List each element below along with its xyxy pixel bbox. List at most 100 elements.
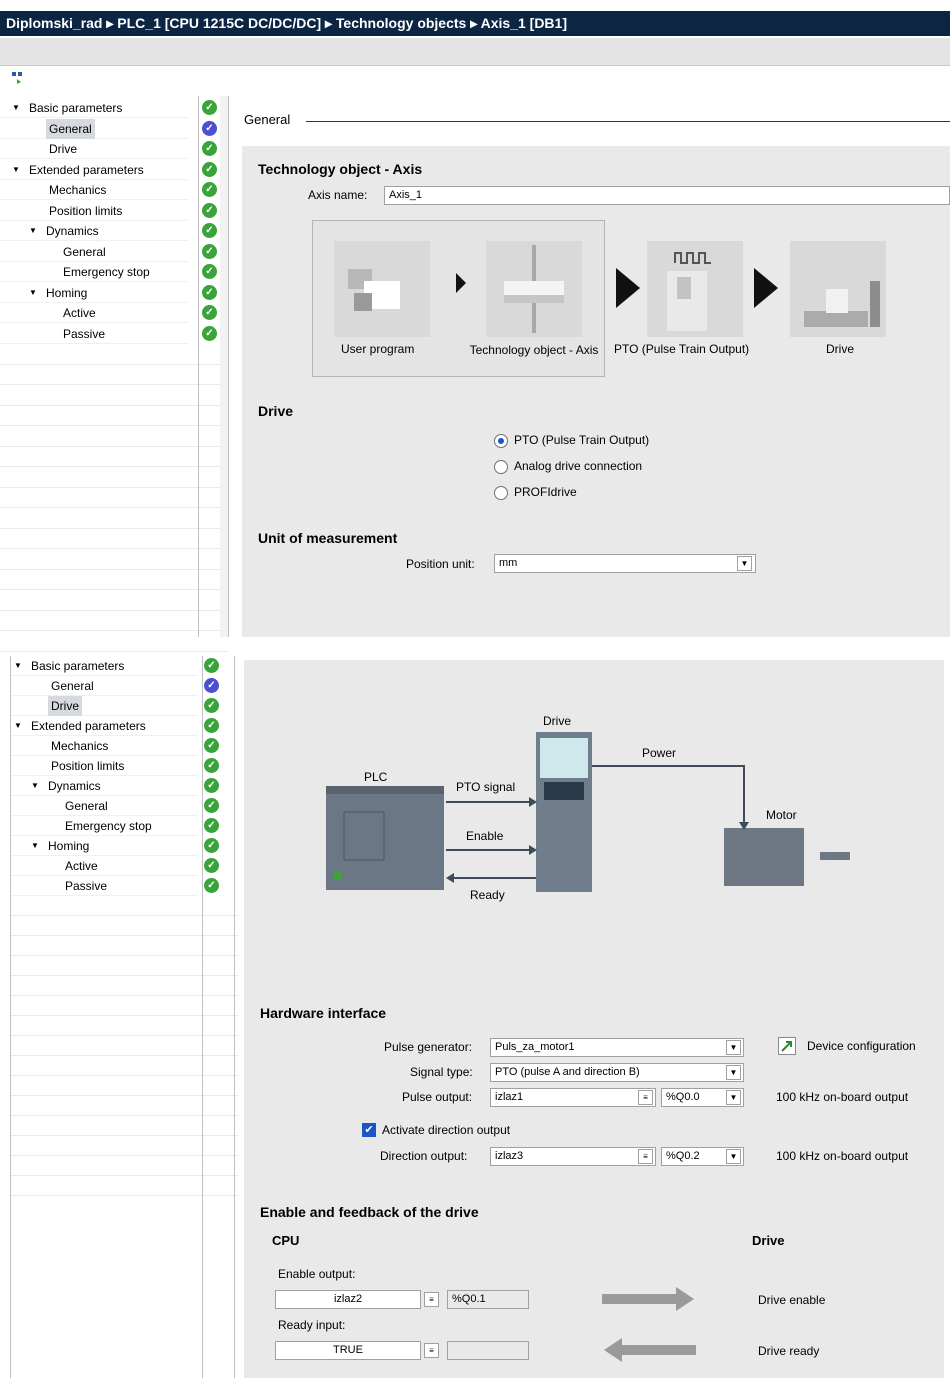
direction-output-label: Direction output: — [380, 1149, 468, 1163]
status-check-icon: ✓ — [202, 264, 217, 279]
drive-enable-label: Drive enable — [758, 1293, 826, 1307]
general-panel: Technology object - Axis Axis name: Axis… — [242, 146, 950, 637]
tree-item[interactable]: Passive — [10, 876, 198, 896]
tree-item[interactable]: ▼ Extended parameters — [0, 160, 188, 180]
tree-item[interactable]: Emergency stop — [10, 816, 198, 836]
tree-item[interactable]: Emergency stop — [0, 262, 188, 282]
device-config-icon[interactable] — [778, 1037, 796, 1055]
status-check-icon: ✓ — [204, 858, 219, 873]
network-view-icon[interactable] — [12, 70, 26, 84]
user-program-icon — [334, 241, 430, 337]
radio-profidrive[interactable] — [494, 486, 508, 500]
position-unit-label: Position unit: — [406, 557, 475, 571]
breadcrumb: Diplomski_rad ▸ PLC_1 [CPU 1215C DC/DC/D… — [0, 11, 950, 36]
enable-feedback-heading: Enable and feedback of the drive — [260, 1204, 479, 1220]
list-icon[interactable]: ≡ — [638, 1149, 653, 1164]
tree-item[interactable]: Drive — [10, 696, 198, 716]
signal-type-select[interactable]: PTO (pulse A and direction B) — [490, 1063, 744, 1082]
list-icon[interactable]: ≡ — [638, 1090, 653, 1105]
radio-pto-label[interactable]: PTO (Pulse Train Output) — [514, 433, 649, 447]
enable-output-label: Enable output: — [278, 1267, 356, 1281]
status-check-icon: ✓ — [202, 182, 217, 197]
chevron-down-icon[interactable]: ▼ — [726, 1090, 741, 1105]
pulse-generator-select[interactable]: Puls_za_motor1 — [490, 1038, 744, 1057]
list-icon[interactable]: ≡ — [424, 1343, 439, 1358]
chevron-down-icon[interactable]: ▼ — [737, 556, 752, 571]
tree-item[interactable]: ▼ Homing — [0, 283, 188, 303]
tree-item[interactable]: ▼ Basic parameters — [0, 98, 188, 118]
chevron-down-icon[interactable]: ▼ — [12, 98, 20, 118]
tree-item-label: General — [65, 799, 108, 813]
enable-output-field[interactable]: izlaz2 — [275, 1290, 421, 1309]
chevron-down-icon[interactable]: ▼ — [29, 283, 37, 303]
activate-direction-label[interactable]: Activate direction output — [382, 1123, 510, 1137]
drive-heading: Drive — [258, 403, 294, 419]
arrow-right-icon — [602, 1287, 694, 1311]
chevron-down-icon[interactable]: ▼ — [12, 160, 20, 180]
arrow-right-icon — [616, 268, 640, 308]
status-check-icon: ✓ — [202, 202, 217, 218]
tree-item[interactable]: Passive — [0, 324, 188, 344]
chevron-down-icon[interactable]: ▼ — [29, 221, 37, 241]
radio-analog-label[interactable]: Analog drive connection — [514, 459, 642, 473]
device-configuration-link[interactable]: Device configuration — [807, 1039, 916, 1053]
tree-item-label: Homing — [46, 285, 88, 300]
tree-item-label: Passive — [63, 326, 106, 341]
hardware-interface-heading: Hardware interface — [260, 1005, 387, 1021]
axis-name-field[interactable]: Axis_1 — [384, 186, 950, 205]
radio-pto[interactable] — [494, 434, 508, 448]
chevron-down-icon[interactable]: ▼ — [14, 716, 22, 736]
tree-item[interactable]: ▼ Homing — [10, 836, 198, 856]
status-check-icon: ✓ — [204, 758, 219, 773]
ready-input-label: Ready input: — [278, 1318, 346, 1332]
chevron-down-icon[interactable]: ▼ — [726, 1065, 741, 1080]
tree-item[interactable]: Mechanics — [0, 180, 188, 200]
tree-item-label: Extended parameters — [29, 162, 144, 177]
activate-direction-checkbox[interactable]: ✔ — [362, 1123, 376, 1137]
tile-label-user-program: User program — [341, 342, 415, 356]
ready-input-address — [447, 1341, 529, 1360]
tree-item[interactable]: General — [10, 676, 198, 696]
ready-input-field[interactable]: TRUE — [275, 1341, 421, 1360]
chevron-down-icon[interactable]: ▼ — [726, 1149, 741, 1164]
tree-item[interactable]: Mechanics — [10, 736, 198, 756]
radio-profidrive-label[interactable]: PROFIdrive — [514, 485, 577, 499]
tree-item[interactable]: Position limits — [10, 756, 198, 776]
pulse-output-field[interactable]: izlaz1 — [490, 1088, 656, 1107]
icon-row — [0, 66, 950, 96]
tree-item[interactable]: ▼ Dynamics — [0, 221, 188, 241]
tree-item[interactable]: General — [10, 796, 198, 816]
direction-output-field[interactable]: izlaz3 — [490, 1147, 656, 1166]
tree-item[interactable]: ▼ Basic parameters — [10, 656, 198, 676]
tree-item[interactable]: General — [0, 118, 188, 139]
tree-item[interactable]: Position limits — [0, 201, 188, 221]
tree-item[interactable]: ▼ Dynamics — [10, 776, 198, 796]
diagram-label-motor: Motor — [766, 808, 797, 822]
chevron-down-icon[interactable]: ▼ — [14, 656, 22, 676]
status-check-icon: ✓ — [202, 223, 217, 238]
splitter[interactable] — [220, 96, 228, 637]
list-icon[interactable]: ≡ — [424, 1292, 439, 1307]
tree-item-label: Position limits — [51, 759, 125, 773]
radio-analog[interactable] — [494, 460, 508, 474]
chevron-down-icon[interactable]: ▼ — [31, 836, 39, 856]
chevron-down-icon[interactable]: ▼ — [726, 1040, 741, 1055]
drive-icon — [790, 241, 886, 337]
tree-item[interactable]: Active — [10, 856, 198, 876]
tree-item[interactable]: Drive — [0, 139, 188, 159]
cpu-column-heading: CPU — [272, 1233, 300, 1248]
status-check-icon: ✓ — [204, 818, 219, 833]
tree-item[interactable]: Active — [0, 303, 188, 323]
status-check-icon: ✓ — [204, 738, 219, 753]
tree-item-label: Extended parameters — [31, 719, 146, 733]
status-check-icon: ✓ — [204, 698, 219, 713]
tree-item[interactable]: ▼ Extended parameters — [10, 716, 198, 736]
tree-item[interactable]: General — [0, 242, 188, 262]
arrow-right-icon — [456, 273, 466, 293]
pto-icon — [647, 241, 743, 337]
tree-item-label: General — [46, 118, 95, 139]
diagram-label-drive: Drive — [543, 714, 572, 728]
chevron-down-icon[interactable]: ▼ — [31, 776, 39, 796]
position-unit-select[interactable]: mm — [494, 554, 756, 573]
tech-object-icon — [486, 241, 582, 337]
